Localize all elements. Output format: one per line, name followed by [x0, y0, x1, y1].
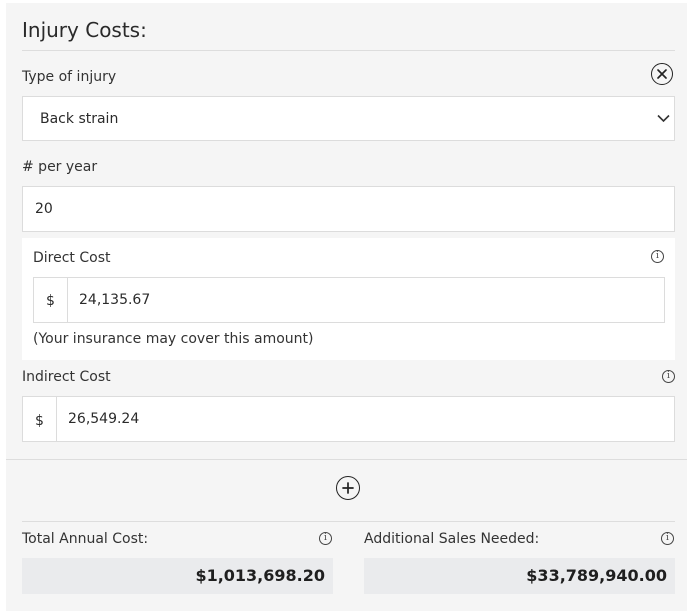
- info-icon[interactable]: i: [662, 370, 675, 383]
- additional-sales-value: $33,789,940.00: [526, 566, 667, 585]
- indirect-cost-label: Indirect Cost: [22, 369, 111, 385]
- per-year-input[interactable]: 20: [22, 186, 675, 232]
- section-divider: [6, 459, 687, 460]
- plus-icon: [342, 482, 354, 494]
- direct-cost-label: Direct Cost: [33, 250, 111, 266]
- direct-cost-note: (Your insurance may cover this amount): [33, 331, 314, 347]
- injury-type-select[interactable]: Back strain: [22, 96, 675, 141]
- total-annual-cost-value: $1,013,698.20: [195, 566, 325, 585]
- info-icon[interactable]: i: [651, 250, 664, 263]
- close-icon: [657, 69, 667, 79]
- info-icon[interactable]: i: [661, 532, 674, 545]
- injury-type-value: Back strain: [40, 111, 119, 127]
- total-annual-cost-label: Total Annual Cost:: [22, 531, 149, 547]
- info-icon[interactable]: i: [319, 532, 332, 545]
- indirect-cost-value: 26,549.24: [68, 411, 140, 427]
- direct-cost-input[interactable]: $ 24,135.67: [33, 277, 665, 323]
- title-divider: [22, 50, 675, 51]
- section-title: Injury Costs:: [22, 18, 147, 42]
- add-injury-button[interactable]: [336, 476, 360, 500]
- remove-injury-button[interactable]: [651, 63, 673, 85]
- additional-sales-box: $33,789,940.00: [364, 558, 675, 594]
- currency-divider: [67, 278, 68, 322]
- per-year-label: # per year: [22, 159, 98, 175]
- indirect-cost-input[interactable]: $ 26,549.24: [22, 396, 675, 442]
- chevron-down-icon: [657, 114, 670, 123]
- indirect-cost-currency: $: [35, 413, 44, 429]
- direct-cost-value: 24,135.67: [79, 292, 151, 308]
- injury-type-label: Type of injury: [22, 69, 117, 85]
- additional-sales-label: Additional Sales Needed:: [364, 531, 540, 547]
- total-annual-cost-box: $1,013,698.20: [22, 558, 333, 594]
- currency-divider: [56, 397, 57, 441]
- per-year-value: 20: [35, 201, 53, 217]
- totals-divider: [22, 521, 675, 522]
- direct-cost-currency: $: [46, 293, 55, 309]
